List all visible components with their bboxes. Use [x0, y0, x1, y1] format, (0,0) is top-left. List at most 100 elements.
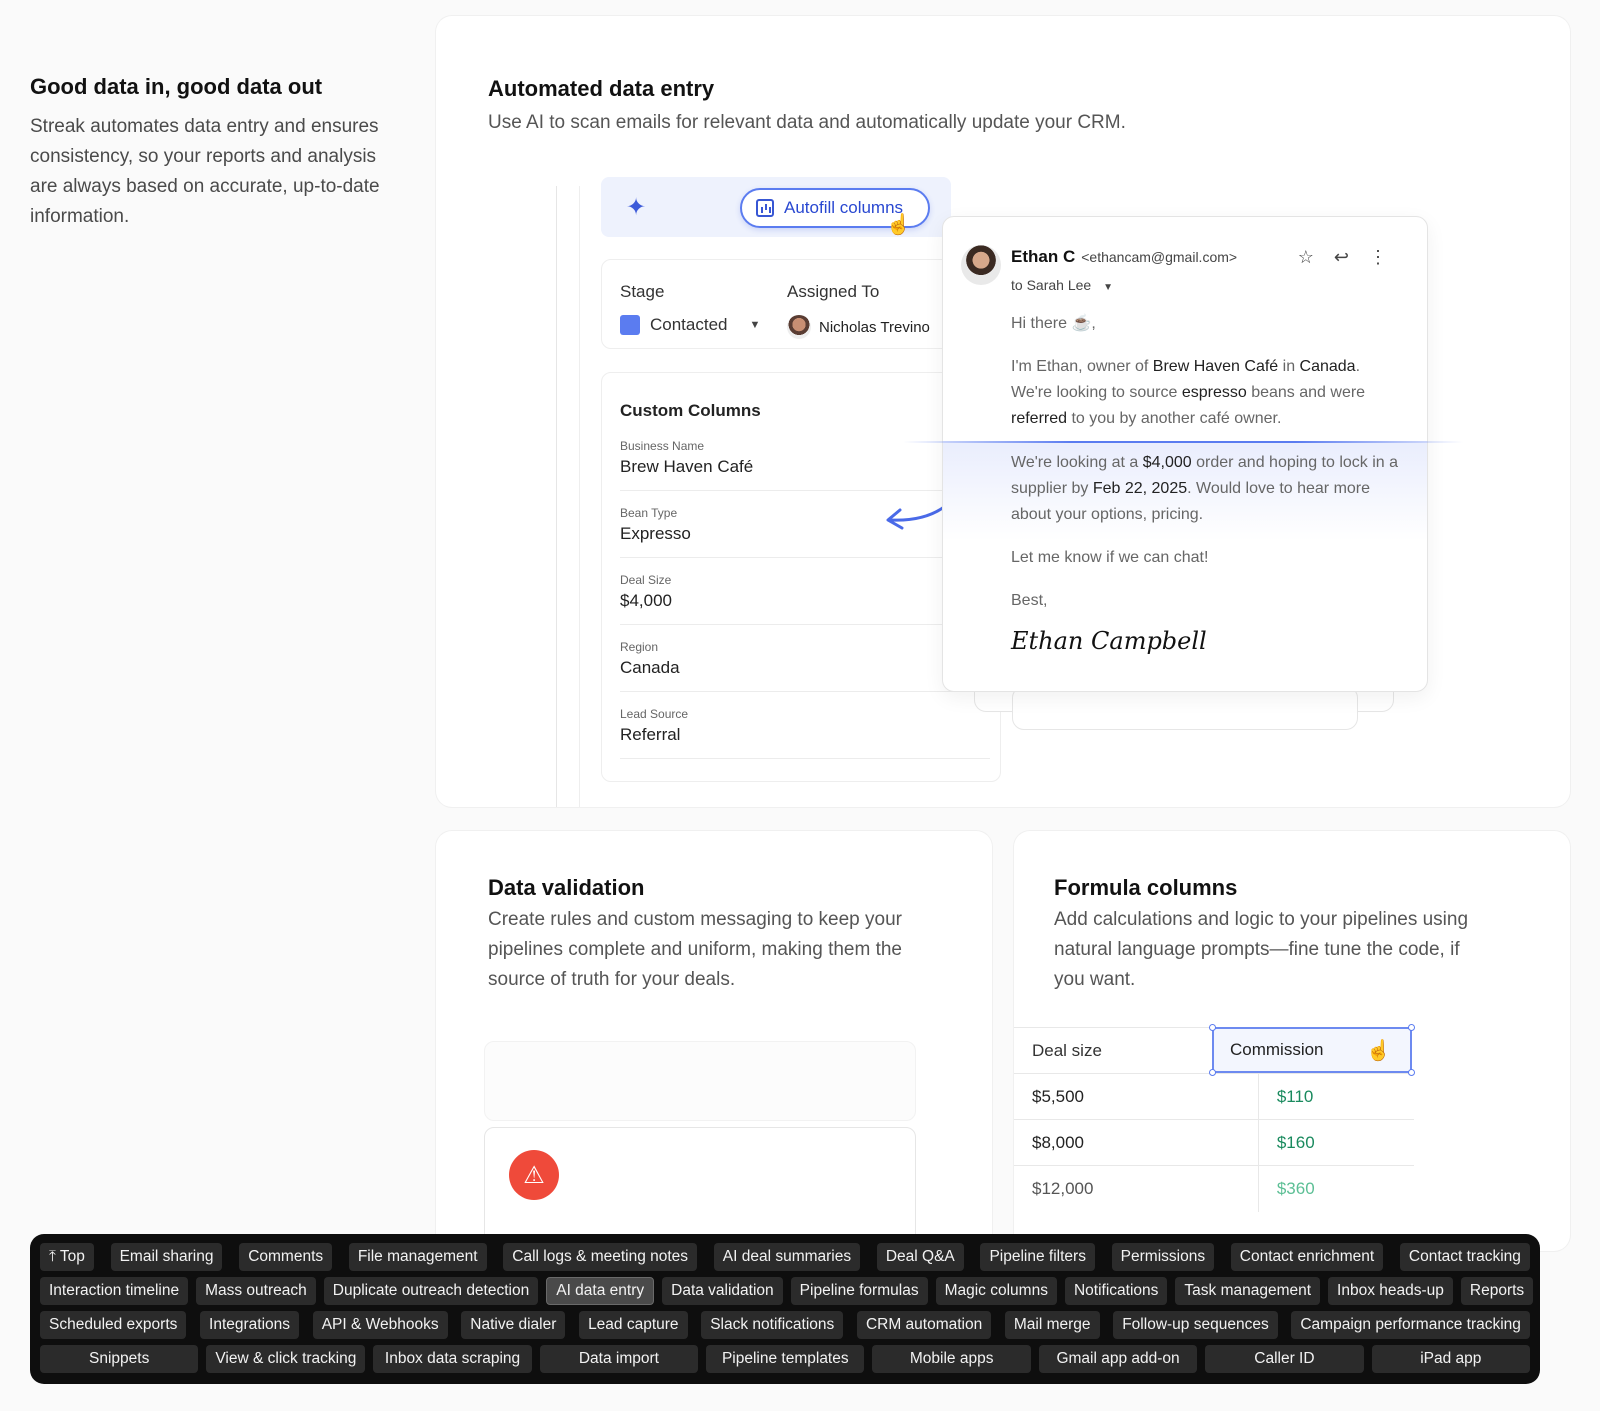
nav-chip[interactable]: Slack notifications — [701, 1311, 844, 1339]
nav-chip[interactable]: Inbox heads-up — [1328, 1277, 1453, 1305]
field-deal-size[interactable]: Deal Size $4,000 — [620, 573, 990, 625]
nav-chip[interactable]: Inbox data scraping — [373, 1345, 532, 1373]
nav-chip[interactable]: CRM automation — [856, 1311, 992, 1339]
table-row: $8,000 $160 — [1014, 1119, 1414, 1166]
nav-chip[interactable]: Mail merge — [1004, 1311, 1100, 1339]
resize-handle[interactable] — [1408, 1024, 1415, 1031]
deal-size-cell[interactable]: $12,000 — [1014, 1165, 1259, 1212]
email-paragraph: Let me know if we can chat! — [1011, 549, 1209, 566]
stage-value: Contacted — [650, 315, 728, 334]
email-recipient[interactable]: to Sarah Lee ▼ — [1011, 277, 1113, 293]
field-value: Canada — [620, 658, 680, 677]
sparkle-icon: ✦ — [626, 194, 647, 221]
nav-chip[interactable]: Pipeline templates — [706, 1345, 865, 1373]
divider — [556, 186, 557, 807]
text-run: Brew Haven Café — [1152, 358, 1279, 375]
nav-chip[interactable]: Reports — [1460, 1277, 1534, 1305]
star-icon[interactable]: ☆ — [1298, 247, 1314, 268]
nav-row: ⤒ Top Email sharing Comments File managemen… — [40, 1243, 1530, 1271]
more-vertical-icon[interactable]: ⋮ — [1369, 247, 1387, 268]
field-lead-source[interactable]: Lead Source Referral — [620, 707, 990, 759]
nav-chip[interactable]: Permissions — [1111, 1243, 1215, 1271]
signature: Ethan Campbell — [1011, 627, 1207, 655]
text-run: Canada — [1299, 358, 1356, 375]
field-region[interactable]: Region Canada — [620, 640, 990, 692]
email-paragraph: We're looking at a $4,000 order and hopi… — [1011, 450, 1401, 528]
nav-chip[interactable]: Mobile apps — [872, 1345, 1031, 1373]
nav-chip[interactable]: Integrations — [200, 1311, 300, 1339]
nav-chip[interactable]: AI deal summaries — [713, 1243, 861, 1271]
nav-chip[interactable]: Follow-up sequences — [1113, 1311, 1278, 1339]
chart-icon — [756, 199, 774, 217]
nav-chip[interactable]: Contact enrichment — [1230, 1243, 1384, 1271]
nav-row: Interaction timeline Mass outreach Duplica… — [40, 1277, 1534, 1305]
scan-line — [903, 441, 1463, 443]
nav-chip[interactable]: ⤒ Top — [40, 1243, 94, 1271]
text-run: Feb 22, 2025 — [1092, 480, 1188, 497]
nav-chip[interactable]: Gmail app add-on — [1038, 1345, 1198, 1373]
text-run: to you by another café owner. — [1067, 410, 1282, 427]
nav-chip[interactable]: Interaction timeline — [40, 1277, 189, 1305]
assignee[interactable]: Nicholas Trevino — [787, 315, 930, 339]
custom-columns-title: Custom Columns — [620, 401, 761, 420]
stage-select[interactable]: Contacted ▼ — [620, 315, 760, 335]
nav-chip[interactable]: Caller ID — [1205, 1345, 1364, 1373]
commission-cell[interactable]: $110 — [1257, 1073, 1414, 1120]
text-run: beans and were — [1246, 384, 1366, 401]
nav-chip[interactable]: Campaign performance tracking — [1291, 1311, 1530, 1339]
text-run: referred — [1011, 410, 1068, 427]
commission-cell[interactable]: $160 — [1257, 1119, 1414, 1166]
nav-chip[interactable]: Magic columns — [935, 1277, 1057, 1305]
assigned-label: Assigned To — [787, 282, 880, 301]
nav-chip[interactable]: Lead capture — [579, 1311, 688, 1339]
stage-color-swatch — [620, 315, 640, 335]
nav-chip[interactable]: File management — [348, 1243, 487, 1271]
nav-chip[interactable]: Data validation — [662, 1277, 783, 1305]
reply-icon[interactable]: ↩ — [1334, 247, 1349, 268]
nav-chip[interactable]: Pipeline formulas — [790, 1277, 928, 1305]
nav-chip[interactable]: Deal Q&A — [876, 1243, 964, 1271]
nav-chip[interactable]: Native dialer — [461, 1311, 566, 1339]
recipient-text: to Sarah Lee — [1011, 277, 1092, 293]
automated-data-entry-card: Automated data entry Use AI to scan emai… — [436, 16, 1570, 807]
email-actions: ☆ ↩ ⋮ — [1298, 247, 1387, 268]
nav-chip[interactable]: API & Webhooks — [312, 1311, 448, 1339]
nav-chip[interactable]: Data import — [539, 1345, 699, 1373]
nav-row: Scheduled exports Integrations API & Webho… — [40, 1311, 1530, 1339]
intro-text: Streak automates data entry and ensures … — [30, 116, 380, 227]
nav-chip[interactable]: Notifications — [1064, 1277, 1168, 1305]
email-sender: Ethan C <ethancam@gmail.com> — [1011, 247, 1237, 267]
nav-chip[interactable]: Task management — [1175, 1277, 1321, 1305]
sender-name: Ethan C — [1011, 247, 1076, 266]
data-validation-card: Data validation Create rules and custom … — [436, 831, 992, 1251]
validation-alert-card: ⚠ — [484, 1127, 916, 1251]
nav-chip[interactable]: Comments — [239, 1243, 333, 1271]
nav-chip[interactable]: Snippets — [40, 1345, 199, 1373]
resize-handle[interactable] — [1209, 1024, 1216, 1031]
nav-chip[interactable]: AI data entry — [546, 1277, 655, 1305]
nav-chip[interactable]: Call logs & meeting notes — [503, 1243, 698, 1271]
nav-chip[interactable]: Duplicate outreach detection — [323, 1277, 539, 1305]
deal-size-cell[interactable]: $5,500 — [1014, 1073, 1259, 1120]
deal-summary-box: Stage Contacted ▼ Assigned To Nicholas T… — [601, 259, 1001, 349]
nav-chip[interactable]: Pipeline filters — [980, 1243, 1095, 1271]
field-value: $4,000 — [620, 591, 672, 610]
resize-handle[interactable] — [1209, 1069, 1216, 1076]
stacked-email-card — [1012, 686, 1358, 730]
card-title: Data validation — [488, 875, 645, 900]
nav-chip[interactable]: View & click tracking — [206, 1345, 366, 1373]
commission-cell[interactable]: $360 — [1257, 1165, 1414, 1212]
nav-chip[interactable]: iPad app — [1371, 1345, 1530, 1373]
nav-chip[interactable]: Email sharing — [110, 1243, 223, 1271]
nav-row: Snippets View & click tracking Inbox data … — [40, 1345, 1530, 1373]
nav-chip[interactable]: Scheduled exports — [40, 1311, 187, 1339]
deal-size-cell[interactable]: $8,000 — [1014, 1119, 1259, 1166]
nav-chip[interactable]: Contact tracking — [1399, 1243, 1530, 1271]
card-description: Use AI to scan emails for relevant data … — [488, 112, 1126, 133]
text-run: in — [1278, 358, 1300, 375]
text-run: We're looking at a — [1011, 454, 1143, 471]
resize-handle[interactable] — [1408, 1069, 1415, 1076]
email-greeting: Hi there ☕, — [1011, 315, 1096, 332]
chevron-down-icon: ▼ — [1103, 282, 1113, 293]
nav-chip[interactable]: Mass outreach — [196, 1277, 316, 1305]
